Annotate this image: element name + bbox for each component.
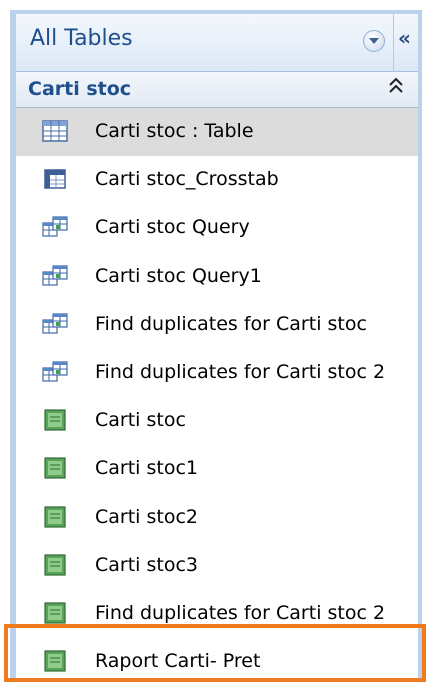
shutter-bar-collapse-button[interactable]: « (398, 26, 411, 50)
list-item-label: Carti stoc1 (95, 457, 198, 480)
nav-pane-title[interactable]: All Tables (30, 26, 133, 51)
list-item[interactable]: Carti stoc2 (16, 494, 418, 542)
list-item[interactable]: Raport Carti- Pret (16, 638, 418, 686)
list-item[interactable]: Carti stoc : Table (16, 108, 418, 156)
form-icon (42, 602, 68, 624)
list-item-label: Carti stoc (95, 409, 186, 432)
list-item-label: Carti stoc_Crosstab (95, 168, 279, 191)
select-query-icon (42, 216, 68, 238)
list-item-label: Carti stoc2 (95, 505, 198, 528)
report-icon (42, 650, 68, 672)
list-item-label: Carti stoc3 (95, 553, 198, 576)
group-title: Carti stoc (28, 78, 132, 100)
select-query-icon (42, 264, 68, 287)
list-item-label: Find duplicates for Carti stoc 2 (95, 361, 386, 383)
list-item[interactable]: Carti stoc (16, 397, 418, 445)
list-item[interactable]: Find duplicates for Carti stoc 2 (16, 349, 418, 397)
nav-pane-header[interactable]: All Tables « (16, 14, 418, 72)
list-item[interactable]: Find duplicates for Carti stoc 2 (16, 590, 418, 638)
chevron-down-icon[interactable] (363, 30, 385, 52)
form-icon (42, 505, 68, 528)
list-item-label: Carti stoc Query1 (95, 264, 262, 287)
list-item-label: Find duplicates for Carti stoc 2 (95, 602, 386, 624)
list-item-label: Find duplicates for Carti stoc (95, 312, 367, 335)
list-item[interactable]: Carti stoc1 (16, 445, 418, 493)
list-item-label: Raport Carti- Pret (95, 650, 261, 673)
list-item[interactable]: Carti stoc Query1 (16, 253, 418, 301)
list-item[interactable]: Carti stoc_Crosstab (16, 156, 418, 204)
list-item[interactable]: Carti stoc Query (16, 204, 418, 252)
table-icon (42, 120, 68, 142)
crosstab-query-icon (42, 168, 68, 190)
navigation-pane: All Tables « Carti stoc Carti stoc : Tab… (10, 10, 422, 682)
list-item-label: Carti stoc : Table (95, 120, 254, 142)
select-query-icon (42, 313, 68, 335)
list-item[interactable]: Find duplicates for Carti stoc (16, 301, 418, 349)
form-icon (42, 409, 68, 431)
header-divider (393, 14, 394, 72)
form-icon (42, 554, 68, 576)
list-item[interactable]: Carti stoc3 (16, 542, 418, 590)
group-header-carti-stoc[interactable]: Carti stoc (16, 72, 418, 108)
form-icon (42, 457, 68, 479)
list-item-label: Carti stoc Query (95, 216, 250, 239)
double-chevron-up-icon[interactable] (388, 76, 404, 101)
select-query-icon (42, 361, 68, 383)
